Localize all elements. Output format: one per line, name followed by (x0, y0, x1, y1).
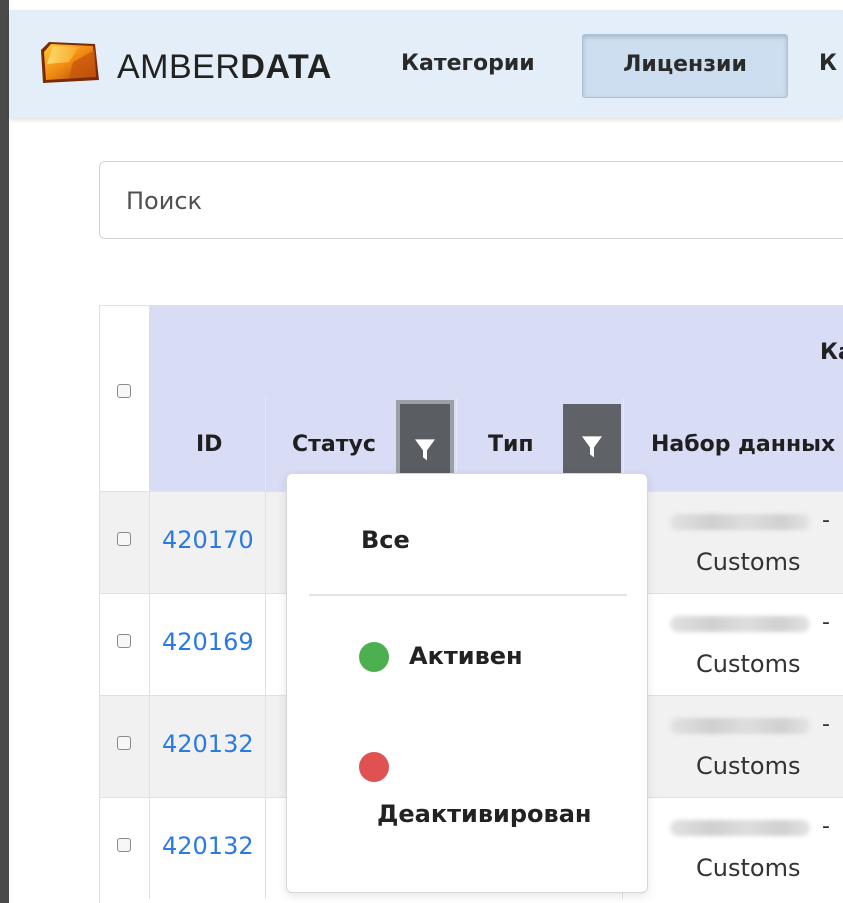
blurred-dataset-name (670, 718, 810, 734)
filter-icon (582, 436, 602, 458)
active-status-dot-icon (359, 642, 389, 672)
row-divider (265, 798, 266, 899)
dataset-dash: - (822, 712, 830, 737)
nav-item-categories[interactable]: Категории (401, 34, 535, 98)
blurred-dataset-name (670, 514, 810, 530)
dataset-dash: - (822, 814, 830, 839)
dataset-name: Customs (696, 752, 801, 780)
left-window-edge (0, 0, 9, 903)
select-all-checkbox[interactable] (117, 384, 131, 398)
row-checkbox[interactable] (117, 838, 131, 852)
dataset-name: Customs (696, 650, 801, 678)
row-divider (149, 696, 150, 797)
row-id-link[interactable]: 420169 (162, 628, 254, 656)
column-header-status[interactable]: Статус (292, 432, 376, 457)
amberdata-logo-icon[interactable] (39, 40, 101, 85)
nav-item-cut-off[interactable]: К (819, 34, 837, 98)
column-header-type[interactable]: Тип (488, 432, 534, 457)
dropdown-divider (309, 594, 627, 596)
brand-name: AMBERDATA (117, 48, 332, 86)
row-divider (265, 696, 266, 797)
search-box (99, 161, 843, 239)
status-filter-dropdown: Все Активен Деактивирован (286, 473, 648, 893)
row-checkbox[interactable] (117, 736, 131, 750)
row-divider (149, 798, 150, 899)
top-navbar: AMBERDATA Категории Лицензии К (9, 10, 843, 118)
blurred-dataset-name (670, 820, 810, 836)
search-input[interactable] (124, 178, 828, 224)
dataset-dash: - (822, 610, 830, 635)
filter-option-all[interactable]: Все (361, 526, 410, 554)
row-divider (265, 594, 266, 695)
row-divider (265, 492, 266, 593)
table-group-header: Ка (150, 306, 843, 398)
row-id-link[interactable]: 420132 (162, 730, 254, 758)
blurred-dataset-name (670, 616, 810, 632)
header-checkbox-cell (100, 306, 150, 491)
top-strip (9, 0, 843, 10)
dataset-name: Customs (696, 854, 801, 882)
filter-option-active[interactable]: Активен (409, 642, 523, 670)
row-divider (149, 492, 150, 593)
filter-icon (415, 438, 435, 460)
row-checkbox[interactable] (117, 634, 131, 648)
deactivated-status-dot-icon (359, 752, 389, 782)
row-checkbox[interactable] (117, 532, 131, 546)
dataset-name: Customs (696, 548, 801, 576)
dataset-dash: - (822, 508, 830, 533)
row-divider (149, 594, 150, 695)
filter-option-deactivated[interactable]: Деактивирован (377, 800, 592, 828)
nav-item-licenses[interactable]: Лицензии (582, 34, 788, 98)
column-header-id[interactable]: ID (196, 432, 222, 457)
row-id-link[interactable]: 420170 (162, 526, 254, 554)
column-header-dataset[interactable]: Набор данных (651, 432, 835, 457)
row-id-link[interactable]: 420132 (162, 832, 254, 860)
group-header-label: Ка (820, 340, 843, 365)
column-divider (265, 398, 266, 491)
app-window: AMBERDATA Категории Лицензии К Ка ID Ста… (0, 0, 843, 903)
